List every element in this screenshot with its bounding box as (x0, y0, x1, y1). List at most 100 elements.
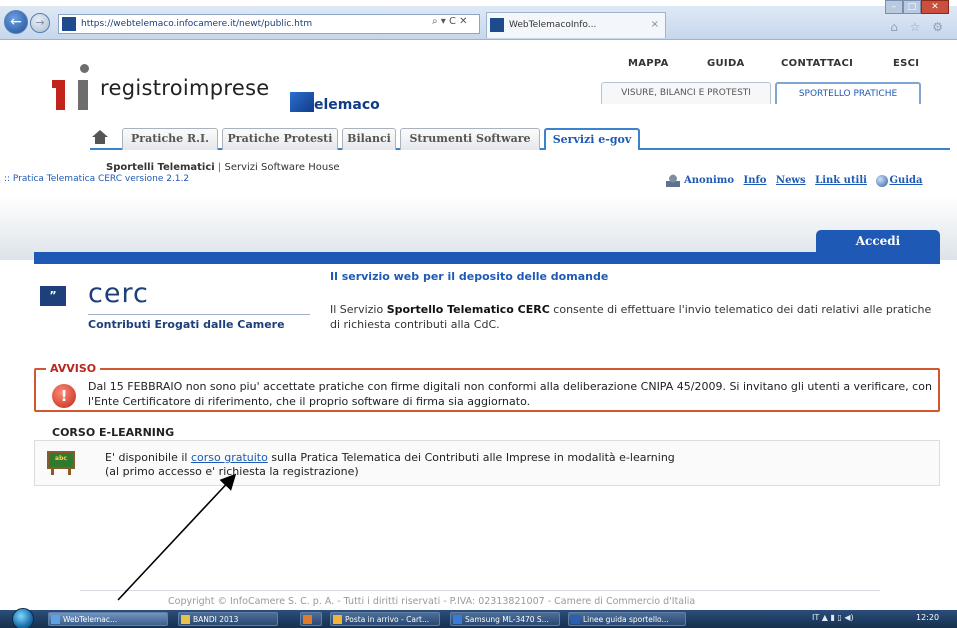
taskbar-item-linee-guida[interactable]: Linee guida sportello... (568, 612, 686, 626)
corso-title: CORSO E-LEARNING (52, 426, 175, 439)
servizi-software-house-link[interactable]: Servizi Software House (224, 162, 339, 173)
clock[interactable]: 12:20 (916, 613, 939, 622)
service-text-prefix: Il Servizio (330, 303, 387, 316)
contattaci-link[interactable]: CONTATTACI (781, 58, 853, 69)
address-url: https://webtelemaco.infocamere.it/newt/p… (81, 19, 313, 29)
link-utili-link[interactable]: Link utili (815, 175, 867, 186)
address-bar[interactable]: https://webtelemaco.infocamere.it/newt/p… (58, 14, 480, 34)
breadcrumb: :: Pratica Telematica CERC versione 2.1.… (4, 174, 190, 184)
corso-text: E' disponibile il corso gratuito sulla P… (105, 451, 925, 479)
help-globe-icon (876, 174, 889, 187)
taskbar: WebTelemac... BANDI 2013 Posta in arrivo… (0, 608, 957, 628)
accedi-button[interactable]: Accedi (816, 230, 940, 252)
service-description: Il Servizio Sportello Telematico CERC co… (330, 302, 942, 332)
media-player-icon (303, 615, 312, 624)
cerc-name: cerc (88, 278, 149, 309)
close-window-button[interactable]: ✕ (921, 0, 949, 14)
corso-text-prefix: E' disponibile il (105, 451, 191, 464)
site-favicon-icon (62, 17, 76, 31)
taskbar-item-browser-label: WebTelemac... (63, 615, 118, 624)
tab-bilanci[interactable]: Bilanci (342, 128, 396, 150)
taskbar-item-linee-guida-label: Linee guida sportello... (583, 615, 669, 624)
cerc-underline (88, 314, 310, 315)
tab-pratiche-ri[interactable]: Pratiche R.I. (122, 128, 218, 150)
ie-icon (51, 615, 60, 624)
corso-text-suffix: sulla Pratica Telematica dei Contributi … (267, 451, 675, 464)
browser-toolbar: ← → https://webtelemaco.infocamere.it/ne… (0, 0, 957, 40)
tab-favicon-icon (490, 18, 504, 32)
home-roof (92, 130, 108, 137)
blackboard-face: abc (47, 451, 75, 469)
address-controls[interactable]: ⌕ ▾ C ✕ (432, 16, 468, 27)
separator: | (217, 162, 222, 173)
start-button-icon[interactable] (12, 608, 34, 628)
gradient-band (0, 196, 957, 260)
taskbar-item-posta-label: Posta in arrivo - Cart... (345, 615, 430, 624)
telemaco-t-icon (290, 92, 314, 112)
footer-copyright: Copyright © InfoCamere S. C. p. A. - Tut… (168, 596, 696, 607)
service-title: Il servizio web per il deposito delle do… (330, 270, 609, 283)
taskbar-item-bandi[interactable]: BANDI 2013 (178, 612, 278, 626)
blackboard-icon: abc (47, 451, 75, 475)
home-icon[interactable] (92, 130, 108, 144)
registroimprese-logo-text[interactable]: registroimprese (100, 76, 270, 100)
logo-red-bar (56, 80, 65, 110)
tab-visure-bilanci-protesti[interactable]: VISURE, BILANCI E PROTESTI (601, 82, 771, 104)
taskbar-item-samsung-label: Samsung ML-3470 S... (465, 615, 549, 624)
folder-icon (181, 615, 190, 624)
section-links: Sportelli Telematici | Servizi Software … (106, 162, 340, 173)
forward-button[interactable]: → (30, 13, 50, 33)
taskbar-item-samsung[interactable]: Samsung ML-3470 S... (450, 612, 560, 626)
cerc-logo: ” cerc Contributi Erogati dalle Camere (40, 278, 310, 331)
avviso-panel: AVVISO ! Dal 15 FEBBRAIO non sono piu' a… (34, 362, 940, 412)
home-favorites-icons[interactable]: ⌂ ☆ ⚙ (890, 20, 947, 34)
tab-sportello-pratiche[interactable]: SPORTELLO PRATICHE (775, 82, 921, 104)
avviso-text: Dal 15 FEBBRAIO non sono piu' accettate … (88, 380, 932, 408)
corso-text-line2: (al primo accesso e' richiesta la regist… (105, 465, 359, 478)
taskbar-item-posta[interactable]: Posta in arrivo - Cart... (330, 612, 440, 626)
printer-icon (453, 615, 462, 624)
minimize-button[interactable]: – (885, 0, 903, 14)
sportelli-telematici-link[interactable]: Sportelli Telematici (106, 162, 215, 173)
word-icon (571, 615, 580, 624)
footer-divider (80, 590, 880, 591)
guida-help-link[interactable]: Guida (889, 175, 922, 186)
cerc-subtitle: Contributi Erogati dalle Camere (88, 318, 285, 331)
browser-tab[interactable]: WebTelemacoInfo... × (486, 12, 666, 38)
tab-servizi-egov[interactable]: Servizi e-gov (544, 128, 640, 150)
news-link[interactable]: News (776, 175, 806, 186)
telemaco-logo-text: elemaco (314, 97, 380, 113)
mappa-link[interactable]: MAPPA (628, 58, 669, 69)
corso-panel: abc E' disponibile il corso gratuito sul… (34, 440, 940, 486)
guida-link[interactable]: GUIDA (707, 58, 745, 69)
tab-pratiche-protesti[interactable]: Pratiche Protesti (222, 128, 338, 150)
tab-close-icon[interactable]: × (651, 13, 659, 37)
home-body (95, 137, 105, 144)
main-menu: Pratiche R.I. Pratiche Protesti Bilanci … (90, 128, 950, 150)
taskbar-item-browser[interactable]: WebTelemac... (48, 612, 168, 626)
web-page: registroimprese elemaco MAPPA GUIDA CONT… (0, 40, 957, 607)
taskbar-item-media[interactable] (300, 612, 322, 626)
avviso-title: AVVISO (46, 362, 101, 375)
blackboard-leg-left (51, 469, 54, 475)
system-tray[interactable]: IT ▲ ▮ ▯ ◀) (812, 613, 854, 622)
back-button[interactable]: ← (4, 10, 28, 34)
blue-divider-bar (34, 252, 940, 264)
tab-title: WebTelemacoInfo... (509, 20, 597, 30)
user-links: Anonimo Info News Link utili Guida (666, 174, 923, 187)
blackboard-leg-right (68, 469, 71, 475)
corso-gratuito-link[interactable]: corso gratuito (191, 451, 268, 464)
esci-link[interactable]: ESCI (893, 58, 919, 69)
tab-strumenti-software[interactable]: Strumenti Software (400, 128, 540, 150)
logo-dot (80, 64, 89, 73)
maximize-button[interactable]: □ (903, 0, 921, 14)
anonimo-label: Anonimo (684, 175, 735, 186)
cerc-badge-icon: ” (40, 286, 66, 306)
taskbar-item-bandi-label: BANDI 2013 (193, 615, 239, 624)
warning-icon: ! (52, 384, 76, 408)
info-link[interactable]: Info (744, 175, 767, 186)
user-icon (666, 174, 680, 187)
mail-icon (333, 615, 342, 624)
logo-grey-bar (78, 80, 88, 110)
service-text-bold: Sportello Telematico CERC (386, 303, 550, 316)
